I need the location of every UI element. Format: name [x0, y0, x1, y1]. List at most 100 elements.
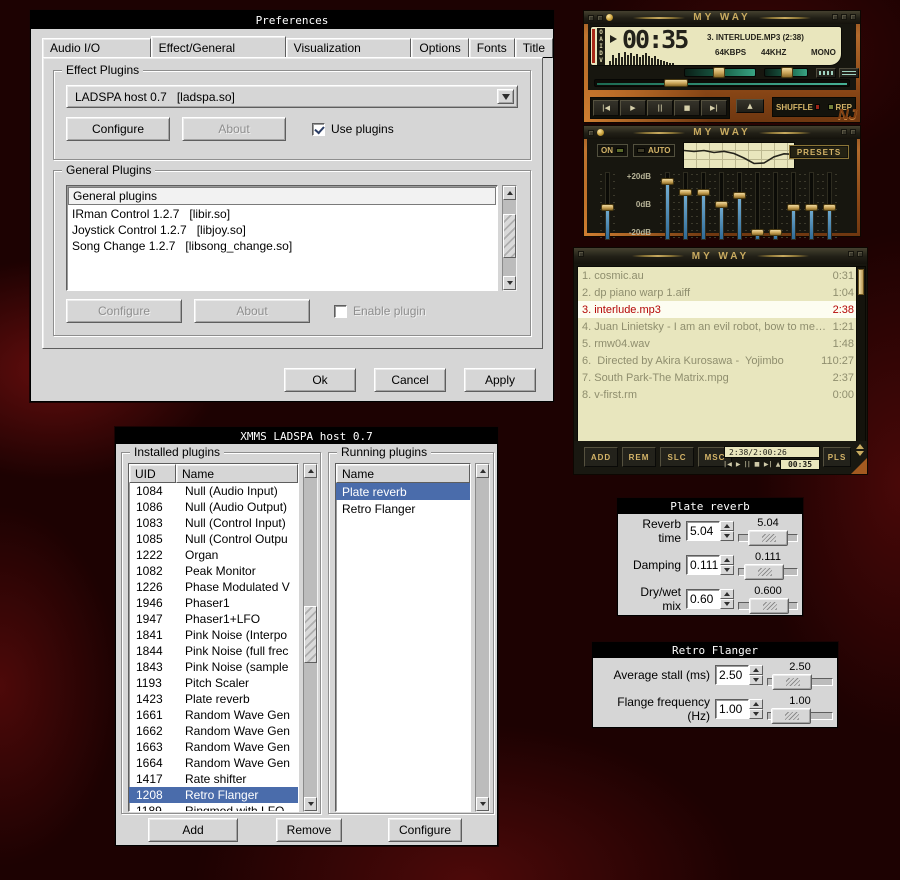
spin-up-icon[interactable]: [749, 699, 763, 709]
eq-band-slider[interactable]: [697, 172, 710, 240]
close-button[interactable]: [850, 14, 856, 20]
installed-list-scrollbar[interactable]: [303, 463, 318, 812]
volume-slider[interactable]: [684, 68, 756, 77]
eq-band-slider[interactable]: [715, 172, 728, 240]
scroll-down-icon[interactable]: [856, 451, 864, 456]
installed-plugin-row[interactable]: 1086 Null (Audio Output): [129, 499, 298, 515]
eq-band-slider[interactable]: [679, 172, 692, 240]
preferences-tab[interactable]: Audio I/O Plugins: [42, 38, 151, 58]
eq-band-knob[interactable]: [679, 189, 692, 196]
eq-band-knob[interactable]: [805, 204, 818, 211]
spin-down-icon[interactable]: [720, 599, 734, 609]
uid-column-header[interactable]: UID: [129, 464, 176, 483]
preferences-titlebar[interactable]: Preferences: [31, 11, 553, 29]
slider-handle[interactable]: [772, 674, 812, 690]
scrollbar-thumb[interactable]: [503, 214, 516, 258]
param-spinbox[interactable]: 0.60: [686, 589, 734, 609]
param-slider[interactable]: [738, 530, 798, 546]
select-button[interactable]: SLC: [660, 447, 694, 467]
preamp-knob[interactable]: [601, 204, 614, 211]
scroll-up-icon[interactable]: [476, 464, 489, 478]
name-column-header[interactable]: Name: [176, 464, 298, 483]
remove-button[interactable]: REM: [622, 447, 656, 467]
shade-button[interactable]: [841, 129, 847, 135]
equalizer-titlebar[interactable]: MY WAY: [584, 126, 860, 139]
general-list-scrollbar[interactable]: [502, 185, 517, 291]
enable-plugin-checkbox[interactable]: Enable plugin: [334, 304, 426, 318]
preferences-tab[interactable]: Visualization Plugins: [286, 38, 412, 58]
preferences-tab[interactable]: Fonts: [469, 38, 515, 58]
presets-button[interactable]: PRESETS: [789, 145, 849, 159]
installed-plugin-row[interactable]: 1417 Rate shifter: [129, 771, 298, 787]
playlist-toggle-button[interactable]: [839, 68, 859, 78]
scroll-down-icon[interactable]: [503, 276, 516, 290]
balance-knob[interactable]: [781, 67, 793, 78]
use-plugins-checkbox[interactable]: Use plugins: [312, 122, 394, 136]
installed-plugin-row[interactable]: 1841 Pink Noise (Interpo: [129, 627, 298, 643]
menu-button[interactable]: [578, 251, 584, 257]
scroll-up-icon[interactable]: [503, 186, 516, 200]
installed-plugin-row[interactable]: 1208 Retro Flanger: [129, 787, 298, 803]
eq-band-slider[interactable]: [787, 172, 800, 240]
running-plugin-row[interactable]: Retro Flanger: [336, 500, 470, 517]
mini-transport-controls[interactable]: |◀ ▶ || ■ ▶| ▲: [724, 461, 781, 468]
plugin-list-item[interactable]: Joystick Control 1.2.7 [libjoy.so]: [67, 222, 497, 238]
playlist-entry[interactable]: 5. rmw04.wav 1:48: [578, 335, 857, 352]
spin-up-icon[interactable]: [749, 665, 763, 675]
mini-time-display[interactable]: 00:35: [780, 459, 820, 470]
playlist-entry[interactable]: 2. dp piano warp 1.aiff 1:04: [578, 284, 857, 301]
ladspa-titlebar[interactable]: XMMS LADSPA host 0.7: [116, 428, 497, 444]
installed-plugin-row[interactable]: 1663 Random Wave Gen: [129, 739, 298, 755]
eject-button[interactable]: ▲: [736, 99, 764, 113]
spin-down-icon[interactable]: [720, 531, 734, 541]
installed-plugin-row[interactable]: 1084 Null (Audio Input): [129, 483, 298, 499]
cancel-button[interactable]: Cancel: [374, 368, 446, 392]
scrollbar-thumb[interactable]: [858, 269, 864, 295]
installed-plugin-row[interactable]: 1085 Null (Control Outpu: [129, 531, 298, 547]
spin-down-icon[interactable]: [720, 565, 734, 575]
playlist-scrollbar[interactable]: [856, 266, 866, 443]
scroll-down-icon[interactable]: [304, 797, 317, 811]
installed-plugin-row[interactable]: 1193 Pitch Scaler: [129, 675, 298, 691]
resize-grip[interactable]: [851, 458, 867, 474]
shade-button[interactable]: [832, 14, 838, 20]
installed-plugin-row[interactable]: 1661 Random Wave Gen: [129, 707, 298, 723]
eq-band-knob[interactable]: [823, 204, 836, 211]
scroll-up-icon[interactable]: [856, 444, 864, 449]
param-spinbox[interactable]: 5.04: [686, 521, 734, 541]
plate-reverb-titlebar[interactable]: Plate reverb: [618, 499, 802, 514]
eq-band-knob[interactable]: [697, 189, 710, 196]
close-button[interactable]: [850, 129, 856, 135]
eq-on-button[interactable]: ON: [597, 144, 628, 157]
eq-band-slider[interactable]: [823, 172, 836, 240]
close-button[interactable]: [857, 251, 863, 257]
ok-button[interactable]: Ok: [284, 368, 356, 392]
playlist-entry[interactable]: 7. South Park-The Matrix.mpg 2:37: [578, 369, 857, 386]
param-spinbox[interactable]: 0.111: [686, 555, 734, 575]
running-list-scrollbar[interactable]: [475, 463, 490, 812]
spin-value[interactable]: 5.04: [686, 521, 720, 541]
stop-button[interactable]: ■: [674, 100, 700, 116]
minimize-button[interactable]: [597, 15, 603, 21]
spin-value[interactable]: 1.00: [715, 699, 749, 719]
preferences-tab[interactable]: Effect/General Plugins: [151, 36, 286, 59]
spin-up-icon[interactable]: [720, 589, 734, 599]
menu-button[interactable]: [588, 130, 594, 136]
scroll-up-icon[interactable]: [304, 464, 317, 478]
retro-flanger-titlebar[interactable]: Retro Flanger: [593, 643, 837, 658]
installed-plugin-row[interactable]: 1664 Random Wave Gen: [129, 755, 298, 771]
param-slider[interactable]: [767, 674, 833, 690]
remove-plugin-button[interactable]: Remove: [276, 818, 342, 842]
effect-plugin-combo[interactable]: LADSPA host 0.7 [ladspa.so]: [66, 85, 518, 108]
eq-band-slider[interactable]: [805, 172, 818, 240]
eq-band-slider[interactable]: [751, 172, 764, 240]
playlist-entry[interactable]: 1. cosmic.au 0:31: [578, 267, 857, 284]
spin-value[interactable]: 0.60: [686, 589, 720, 609]
add-button[interactable]: ADD: [584, 447, 618, 467]
name-column-header[interactable]: Name: [336, 464, 470, 483]
next-button[interactable]: ▶|: [701, 100, 727, 116]
eq-band-knob[interactable]: [751, 229, 764, 236]
time-display[interactable]: 00:35: [622, 25, 687, 54]
installed-plugin-row[interactable]: 1083 Null (Control Input): [129, 515, 298, 531]
player-titlebar[interactable]: MY WAY: [584, 11, 860, 24]
